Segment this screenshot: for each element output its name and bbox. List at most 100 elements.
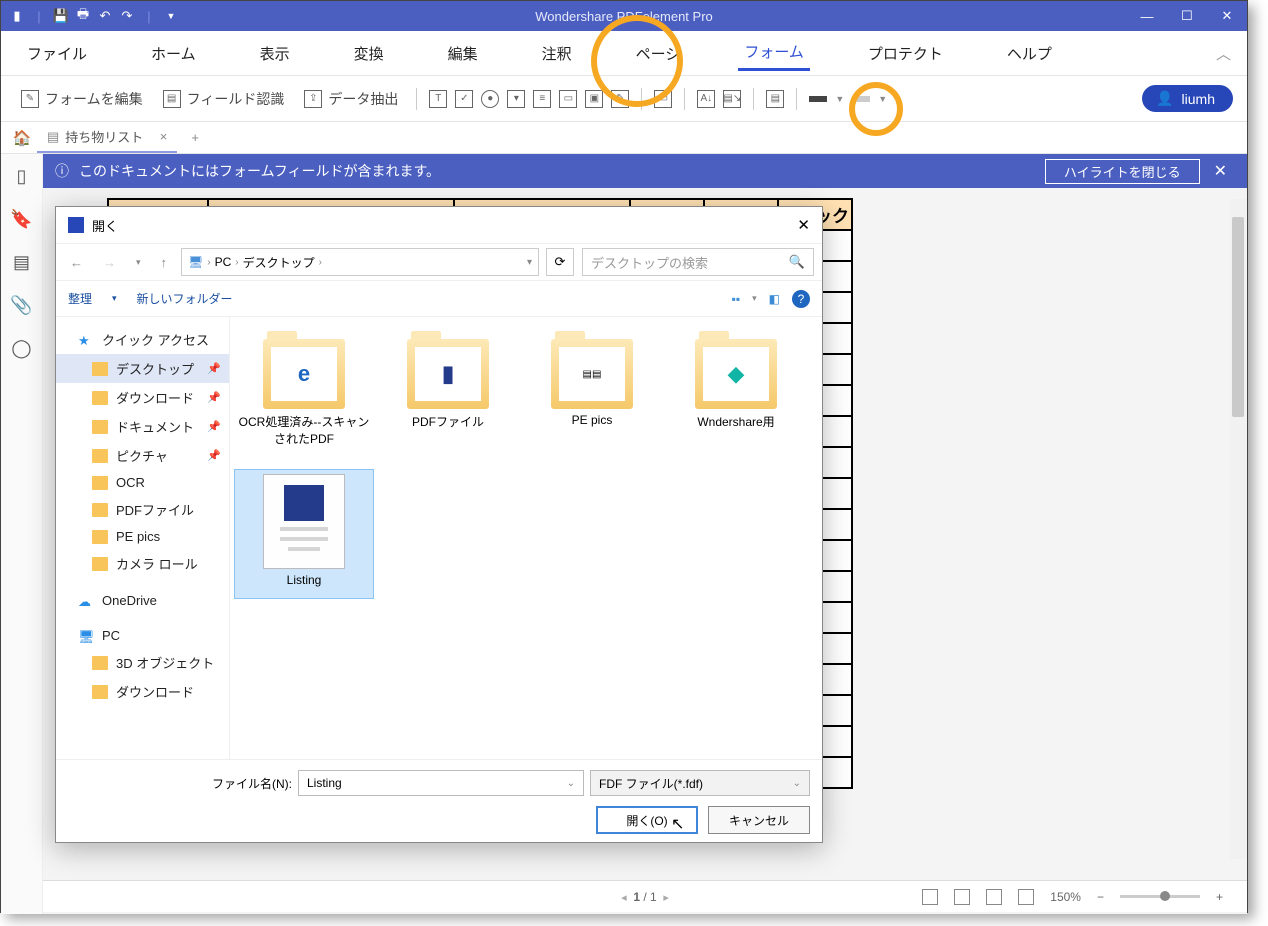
dialog-close-icon[interactable]: ✕ [797, 216, 810, 234]
user-account-button[interactable]: 👤 liumh [1142, 85, 1233, 112]
text-field-icon[interactable]: T [429, 90, 447, 108]
search-pane-icon[interactable]: ◯ [11, 338, 31, 359]
align-icon-2[interactable] [852, 96, 870, 102]
nav-forward-icon[interactable]: → [97, 251, 122, 274]
refresh-icon[interactable]: ⟳ [546, 248, 574, 276]
sidebar-quick-access[interactable]: ★クイック アクセス [56, 325, 229, 354]
view-toggle-icon[interactable]: ▪▪ [732, 292, 741, 306]
chevron-down-icon[interactable]: ▼ [878, 94, 887, 104]
filename-input[interactable]: Listing⌄ [298, 770, 584, 796]
breadcrumb-desktop[interactable]: デスクトップ [243, 254, 315, 271]
form-template-icon[interactable]: ▤ [766, 90, 784, 108]
close-highlight-button[interactable]: ハイライトを閉じる [1045, 159, 1200, 184]
redo-icon[interactable]: ↷ [119, 8, 135, 24]
minimize-button[interactable]: — [1127, 1, 1167, 31]
home-tab-icon[interactable]: 🏠 [11, 129, 33, 147]
sidebar-downloads[interactable]: ダウンロード📌 [56, 383, 229, 412]
cancel-button[interactable]: キャンセル [708, 806, 810, 834]
undo-icon[interactable]: ↶ [97, 8, 113, 24]
document-tab[interactable]: ▤ 持ち物リスト × [37, 123, 177, 150]
sidebar-pictures[interactable]: ピクチャ📌 [56, 441, 229, 470]
titlebar: ▮ | 💾 🖶 ↶ ↷ | ▼ Wondershare PDFelement P… [1, 1, 1247, 31]
maximize-button[interactable]: ☐ [1167, 1, 1207, 31]
add-tab-button[interactable]: + [181, 130, 209, 145]
new-folder-button[interactable]: 新しいフォルダー [137, 290, 233, 307]
open-button[interactable]: 開く(O) [596, 806, 698, 834]
image-icon[interactable]: ▣ [585, 90, 603, 108]
menu-protect[interactable]: プロテクト [862, 37, 949, 70]
sidebar-desktop[interactable]: デスクトップ📌 [56, 354, 229, 383]
edit-form-button[interactable]: ✎フォームを編集 [15, 85, 149, 113]
nav-recent-icon[interactable]: ▾ [130, 253, 147, 272]
sidebar-onedrive[interactable]: ☁OneDrive [56, 588, 229, 613]
zoom-out-icon[interactable]: − [1097, 890, 1104, 904]
view-mode-continuous-icon[interactable] [954, 889, 970, 905]
breadcrumb-pc[interactable]: PC [215, 255, 232, 269]
menu-edit[interactable]: 編集 [442, 37, 484, 70]
export-data-icon[interactable]: ▤↘ [723, 90, 741, 108]
import-data-icon[interactable]: A↓ [697, 90, 715, 108]
vertical-scrollbar[interactable] [1230, 199, 1246, 859]
dropdown-icon[interactable]: ▼ [163, 8, 179, 24]
print-icon[interactable]: 🖶 [75, 8, 91, 24]
more-fields-icon[interactable]: ▭ [654, 90, 672, 108]
sidebar-pc[interactable]: 🖥PC [56, 623, 229, 648]
menu-convert[interactable]: 変換 [348, 37, 390, 70]
organize-button[interactable]: 整理 [68, 290, 92, 307]
zoom-level[interactable]: 150% [1050, 890, 1081, 904]
bookmark-icon[interactable]: 🔖 [10, 209, 32, 230]
list-icon[interactable]: ≡ [533, 90, 551, 108]
data-extract-button[interactable]: ⇪データ抽出 [298, 85, 404, 113]
breadcrumb-dropdown-icon[interactable]: ▾ [527, 257, 532, 268]
comments-icon[interactable]: ▤ [13, 252, 30, 273]
sidebar-pdffiles[interactable]: PDFファイル [56, 495, 229, 524]
menu-view[interactable]: 表示 [254, 37, 296, 70]
attachment-icon[interactable]: 📎 [10, 295, 32, 316]
view-mode-single-icon[interactable] [922, 889, 938, 905]
combo-icon[interactable]: ▾ [507, 90, 525, 108]
align-icon[interactable] [809, 96, 827, 102]
scrollbar-thumb[interactable] [1232, 217, 1244, 417]
view-mode-two-icon[interactable] [986, 889, 1002, 905]
file-item-selected[interactable]: Listing [234, 469, 374, 599]
sidebar-pepics[interactable]: PE pics [56, 524, 229, 549]
menubar-collapse-icon[interactable]: ︿ [1216, 43, 1231, 64]
menu-file[interactable]: ファイル [21, 37, 93, 70]
close-button[interactable]: ✕ [1207, 1, 1247, 31]
menu-page[interactable]: ページ [630, 37, 687, 70]
file-item[interactable]: ▮PDFファイル [378, 331, 518, 461]
dialog-search-input[interactable]: デスクトップの検索 🔍 [582, 248, 814, 276]
sidebar-ocr[interactable]: OCR [56, 470, 229, 495]
menu-home[interactable]: ホーム [145, 37, 202, 70]
help-icon[interactable]: ? [792, 290, 810, 308]
signature-icon[interactable]: ✎ [611, 90, 629, 108]
breadcrumb[interactable]: 🖥› PC› デスクトップ› ▾ [181, 248, 539, 276]
sidebar-camera[interactable]: カメラ ロール [56, 549, 229, 578]
sidebar-documents[interactable]: ドキュメント📌 [56, 412, 229, 441]
checkbox-icon[interactable]: ✓ [455, 90, 473, 108]
file-item[interactable]: ◆Wndershare用 [666, 331, 806, 461]
file-item[interactable]: eOCR処理済み--スキャンされたPDF [234, 331, 374, 461]
file-item[interactable]: ▤▤PE pics [522, 331, 662, 461]
nav-back-icon[interactable]: ← [64, 251, 89, 274]
close-banner-icon[interactable]: ✕ [1206, 161, 1235, 181]
preview-pane-icon[interactable]: ◧ [769, 292, 780, 306]
chevron-down-icon[interactable]: ▼ [835, 94, 844, 104]
thumbnails-icon[interactable]: ▯ [17, 166, 27, 187]
close-tab-icon[interactable]: × [160, 129, 168, 144]
page-indicator[interactable]: ◂ 1 / 1 ▸ [621, 890, 669, 904]
menu-form[interactable]: フォーム [738, 35, 810, 71]
field-recognition-button[interactable]: ▤フィールド認識 [157, 85, 291, 113]
radio-icon[interactable]: ● [481, 90, 499, 108]
menu-comment[interactable]: 注釈 [536, 37, 578, 70]
sidebar-downloads2[interactable]: ダウンロード [56, 677, 229, 706]
nav-up-icon[interactable]: ↑ [155, 251, 174, 274]
menu-help[interactable]: ヘルプ [1001, 37, 1058, 70]
button-icon[interactable]: ▭ [559, 90, 577, 108]
zoom-slider[interactable] [1120, 895, 1200, 898]
filetype-combo[interactable]: FDF ファイル(*.fdf)⌄ [590, 770, 810, 796]
sidebar-3d[interactable]: 3D オブジェクト [56, 648, 229, 677]
save-icon[interactable]: 💾 [53, 8, 69, 24]
zoom-in-icon[interactable]: + [1216, 890, 1223, 904]
view-mode-two-cont-icon[interactable] [1018, 889, 1034, 905]
